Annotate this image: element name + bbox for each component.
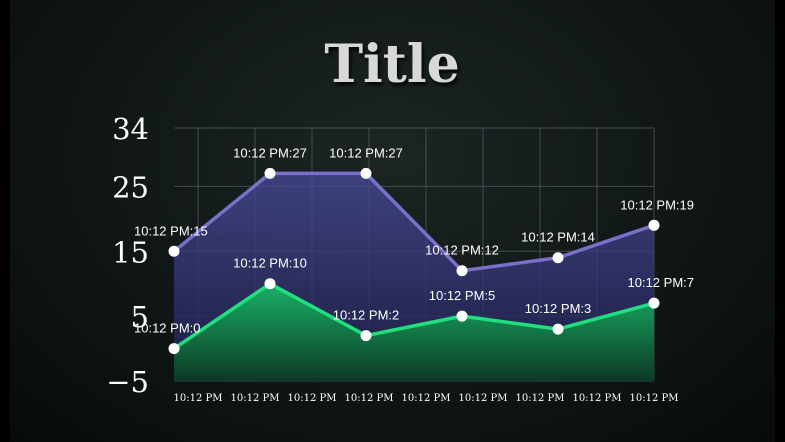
data-label: 10:12 PM:0 xyxy=(134,321,201,336)
x-tick-label: 10:12 PM xyxy=(288,393,337,404)
x-tick-label: 10:12 PM xyxy=(345,393,394,404)
y-axis-labels: 3425155−5 xyxy=(106,112,149,399)
x-tick-label: 10:12 PM xyxy=(402,393,451,404)
data-point xyxy=(360,167,372,179)
data-point xyxy=(552,252,564,264)
data-point xyxy=(264,167,276,179)
data-label: 10:12 PM:19 xyxy=(620,197,694,212)
data-point xyxy=(552,323,564,335)
data-point xyxy=(456,265,468,277)
x-tick-label: 10:12 PM xyxy=(630,393,679,404)
data-point xyxy=(456,310,468,322)
chart-title: Title xyxy=(324,34,459,95)
data-label: 10:12 PM:10 xyxy=(233,256,307,271)
y-tick-label: −5 xyxy=(106,365,149,399)
data-label: 10:12 PM:12 xyxy=(425,243,499,258)
data-label: 10:12 PM:7 xyxy=(628,275,695,290)
y-tick-label: 15 xyxy=(112,235,149,269)
y-tick-label: 34 xyxy=(112,112,149,146)
data-label: 10:12 PM:27 xyxy=(233,145,307,160)
data-label: 10:12 PM:15 xyxy=(134,223,208,238)
data-label: 10:12 PM:14 xyxy=(521,230,595,245)
x-tick-label: 10:12 PM xyxy=(174,393,223,404)
data-point xyxy=(168,343,180,355)
data-point xyxy=(648,219,660,231)
data-label: 10:12 PM:27 xyxy=(329,145,403,160)
data-point xyxy=(360,330,372,342)
data-label: 10:12 PM:5 xyxy=(429,288,496,303)
x-tick-label: 10:12 PM xyxy=(573,393,622,404)
y-tick-label: 25 xyxy=(112,170,149,204)
data-point xyxy=(168,245,180,257)
data-label: 10:12 PM:2 xyxy=(333,308,400,323)
x-tick-label: 10:12 PM xyxy=(231,393,280,404)
x-axis-labels: 10:12 PM 10:12 PM 10:12 PM 10:12 PM 10:12 PM… xyxy=(174,393,679,404)
series-areas xyxy=(174,173,654,381)
data-point xyxy=(264,278,276,290)
x-tick-label: 10:12 PM xyxy=(516,393,565,404)
data-label: 10:12 PM:3 xyxy=(525,301,592,316)
x-tick-label: 10:12 PM xyxy=(459,393,508,404)
data-point xyxy=(648,297,660,309)
chart: Title 3425155−5 10:12 PM 10:12 PM 10:12 PM… xyxy=(106,34,695,404)
